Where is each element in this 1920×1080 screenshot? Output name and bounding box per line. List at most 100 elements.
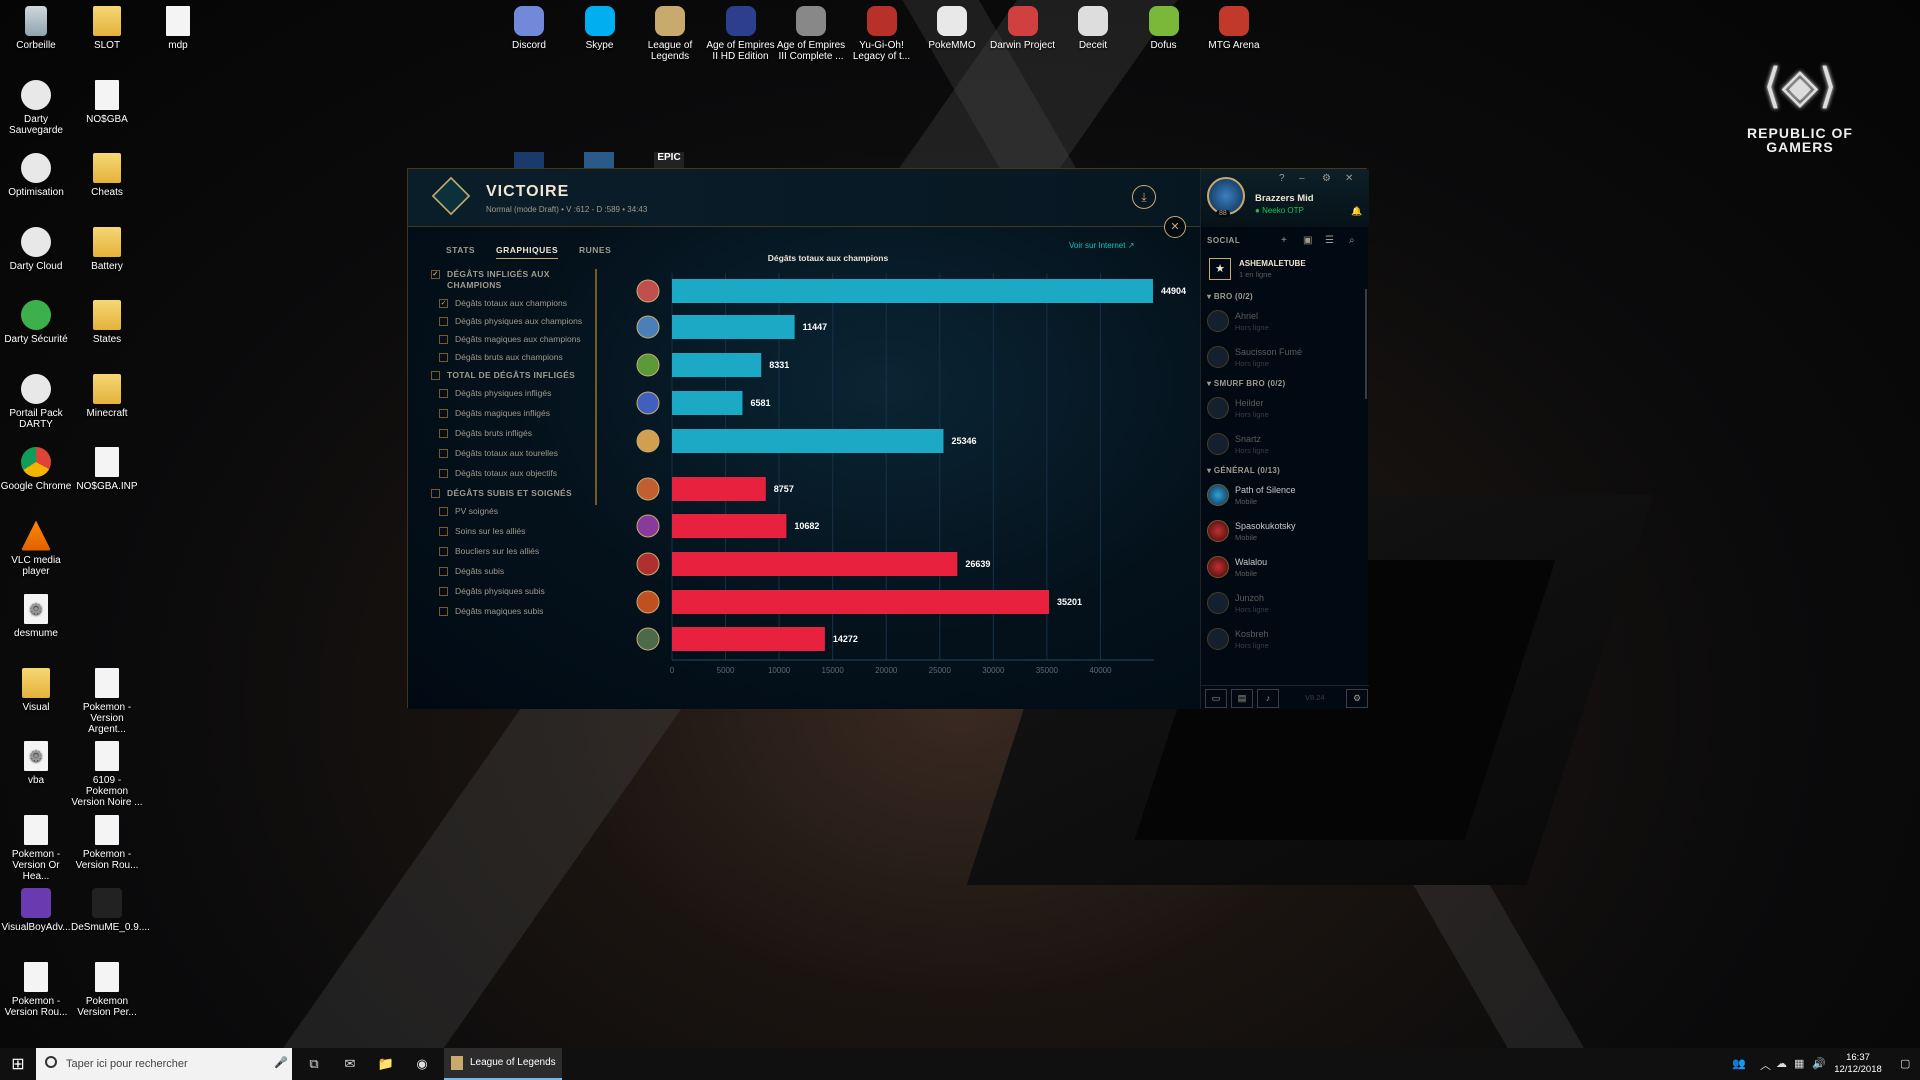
graph-filter-item[interactable]: Dégâts physiques infligés xyxy=(439,388,601,399)
desktop-icon[interactable]: PokeMMO xyxy=(916,6,988,51)
windows-start-icon[interactable]: ⊞ xyxy=(0,1048,36,1080)
friend-row[interactable]: Kosbreh Hors ligne xyxy=(1201,622,1369,658)
checkbox-icon[interactable] xyxy=(439,449,448,458)
desktop-icon[interactable]: Deceit xyxy=(1057,6,1129,51)
tab-runes[interactable]: RUNES xyxy=(579,245,611,255)
desktop-icon[interactable] xyxy=(584,152,614,168)
add-friend-icon[interactable]: + xyxy=(1281,235,1287,246)
friend-row[interactable]: Heilder Hors ligne xyxy=(1201,391,1369,427)
graph-filter-item[interactable]: Dégâts physiques subis xyxy=(439,586,601,597)
desktop-icon[interactable]: Darty Sécurité xyxy=(0,300,72,345)
desktop-icon[interactable]: Pokemon - Version Rou... xyxy=(71,814,143,871)
desktop-icon[interactable]: Skype xyxy=(564,6,636,51)
graph-filter-item[interactable]: TOTAL DE DÉGÂTS INFLIGÉS xyxy=(431,370,601,381)
settings-icon[interactable]: ⚙ xyxy=(1346,689,1368,708)
desktop-icon[interactable]: NO$GBA xyxy=(71,79,143,125)
checkbox-icon[interactable] xyxy=(439,507,448,516)
desktop-icon[interactable]: Portail Pack DARTY xyxy=(0,373,72,430)
desktop-icon[interactable]: Age of Empires II HD Edition xyxy=(705,6,777,62)
desktop-icon[interactable]: EPIC xyxy=(654,152,684,168)
search-icon[interactable]: ⌕ xyxy=(1349,235,1355,246)
tab-stats[interactable]: STATS xyxy=(446,245,475,255)
notifications-icon[interactable]: ▢ xyxy=(1900,1057,1910,1070)
desktop-icon[interactable]: Darty Cloud xyxy=(0,226,72,272)
checkbox-icon[interactable] xyxy=(431,489,440,498)
network-icon[interactable]: ▦ xyxy=(1794,1057,1804,1070)
view-online-link[interactable]: Voir sur Internet ↗ xyxy=(1069,241,1134,250)
checkbox-icon[interactable] xyxy=(439,389,448,398)
desktop-icon[interactable]: States xyxy=(71,300,143,345)
checkbox-icon[interactable] xyxy=(439,587,448,596)
desktop-icon[interactable]: VLC media player xyxy=(0,520,72,577)
desktop-icon[interactable]: Yu-Gi-Oh! Legacy of t... xyxy=(846,6,918,62)
desktop-icon[interactable]: Google Chrome xyxy=(0,447,72,492)
microphone-icon[interactable]: 🎤 xyxy=(274,1056,288,1069)
checkbox-icon[interactable] xyxy=(439,335,448,344)
checkbox-icon[interactable] xyxy=(431,371,440,380)
desktop-icon[interactable]: 6109 - Pokemon Version Noire ... xyxy=(71,741,143,808)
voice-icon[interactable]: ♪ xyxy=(1257,689,1279,708)
graph-filter-item[interactable]: Boucliers sur les alliés xyxy=(439,546,601,557)
graph-filter-item[interactable]: Dégâts totaux aux objectifs xyxy=(439,468,601,479)
gear-icon[interactable]: ⚙ xyxy=(1322,173,1331,184)
chat-icon[interactable]: ▭ xyxy=(1205,689,1227,708)
taskbar-clock[interactable]: 16:37 12/12/2018 xyxy=(1828,1052,1888,1076)
desktop-icon[interactable]: Pokemon - Version Argent... xyxy=(71,667,143,735)
friend-group-header[interactable]: ▾ SMURF BRO (0/2) xyxy=(1201,376,1369,391)
checkbox-icon[interactable] xyxy=(439,353,448,362)
desktop-icon[interactable] xyxy=(514,152,544,168)
taskbar-search[interactable]: Taper ici pour rechercher 🎤 xyxy=(36,1048,292,1080)
graph-filter-item[interactable]: Dégâts totaux aux tourelles xyxy=(439,448,601,459)
file-explorer-icon[interactable]: 📁 xyxy=(368,1048,404,1080)
desktop-icon[interactable]: VisualBoyAdv... xyxy=(0,888,72,933)
desktop-icon[interactable]: ⚙ vba xyxy=(0,741,72,786)
graph-filter-item[interactable]: Dégâts magiques infligés xyxy=(439,408,601,419)
checkbox-icon[interactable] xyxy=(439,429,448,438)
desktop-icon[interactable]: Pokemon - Version Or Hea... xyxy=(0,814,72,882)
checkbox-icon[interactable] xyxy=(439,527,448,536)
desktop-icon[interactable]: Pokemon - Version Rou... xyxy=(0,961,72,1018)
desktop-icon[interactable]: Optimisation xyxy=(0,153,72,198)
summoner-status[interactable]: ● Neeko OTP xyxy=(1255,206,1304,215)
desktop-icon[interactable]: Darwin Project xyxy=(987,6,1059,51)
desktop-icon[interactable]: MTG Arena xyxy=(1198,6,1270,51)
graph-filter-item[interactable]: ✓ Dégâts totaux aux champions xyxy=(439,298,601,309)
graph-filter-item[interactable]: Soins sur les alliés xyxy=(439,526,601,537)
tab-graphiques[interactable]: GRAPHIQUES xyxy=(495,245,559,259)
desktop-icon[interactable]: Corbeille xyxy=(0,6,72,51)
close-icon[interactable]: ✕ xyxy=(1164,216,1186,238)
checkbox-checked-icon[interactable]: ✓ xyxy=(431,270,440,279)
friend-row[interactable]: Path of Silence Mobile xyxy=(1201,478,1369,514)
graph-filter-item[interactable]: ✓ DÉGÂTS INFLIGÉS AUX CHAMPIONS xyxy=(431,269,601,291)
desktop-icon[interactable]: Age of Empires III Complete ... xyxy=(775,6,847,62)
graph-filter-item[interactable]: Dégâts physiques aux champions xyxy=(439,316,601,327)
cloud-icon[interactable]: ☁ xyxy=(1776,1057,1787,1070)
desktop-icon[interactable]: Minecraft xyxy=(71,373,143,419)
desktop-icon[interactable]: SLOT xyxy=(71,6,143,51)
friend-list-scrollbar[interactable] xyxy=(1365,289,1367,399)
friend-row[interactable]: Junzoh Hors ligne xyxy=(1201,586,1369,622)
friend-row[interactable]: Spasokukotsky Mobile xyxy=(1201,514,1369,550)
graph-filter-item[interactable]: Dégâts bruts aux champions xyxy=(439,352,601,363)
graph-filter-item[interactable]: PV soignés xyxy=(439,506,601,517)
task-view-icon[interactable]: ⧉ xyxy=(296,1048,332,1080)
checkbox-icon[interactable] xyxy=(439,469,448,478)
graph-filter-item[interactable]: Dégâts subis xyxy=(439,566,601,577)
minimize-icon[interactable]: – xyxy=(1299,173,1305,184)
friend-row[interactable]: Walalou Mobile xyxy=(1201,550,1369,586)
taskbar-league-of-legends[interactable]: League of Legends xyxy=(444,1048,562,1080)
club-row[interactable]: ★ ASHEMALETUBE 1 en ligne xyxy=(1201,255,1369,283)
friend-row[interactable]: Ahriel Hors ligne xyxy=(1201,304,1369,340)
graph-filter-item[interactable]: Dégâts magiques aux champions xyxy=(439,334,601,345)
checkbox-icon[interactable] xyxy=(439,409,448,418)
friend-group-header[interactable]: ▾ GÉNÉRAL (0/13) xyxy=(1201,463,1369,478)
checkbox-icon[interactable] xyxy=(439,567,448,576)
desktop-icon[interactable]: Battery xyxy=(71,226,143,272)
friend-requests-icon[interactable]: ▤ xyxy=(1231,689,1253,708)
desktop-icon[interactable]: ⚙ desmume xyxy=(0,594,72,639)
help-icon[interactable]: ? xyxy=(1279,173,1285,184)
desktop-icon[interactable]: NO$GBA.INP xyxy=(71,447,143,492)
filter-scrollbar[interactable] xyxy=(595,269,597,505)
desktop-icon[interactable]: DeSmuME_0.9.... xyxy=(71,888,150,933)
friend-group-header[interactable]: ▾ BRO (0/2) xyxy=(1201,289,1369,304)
